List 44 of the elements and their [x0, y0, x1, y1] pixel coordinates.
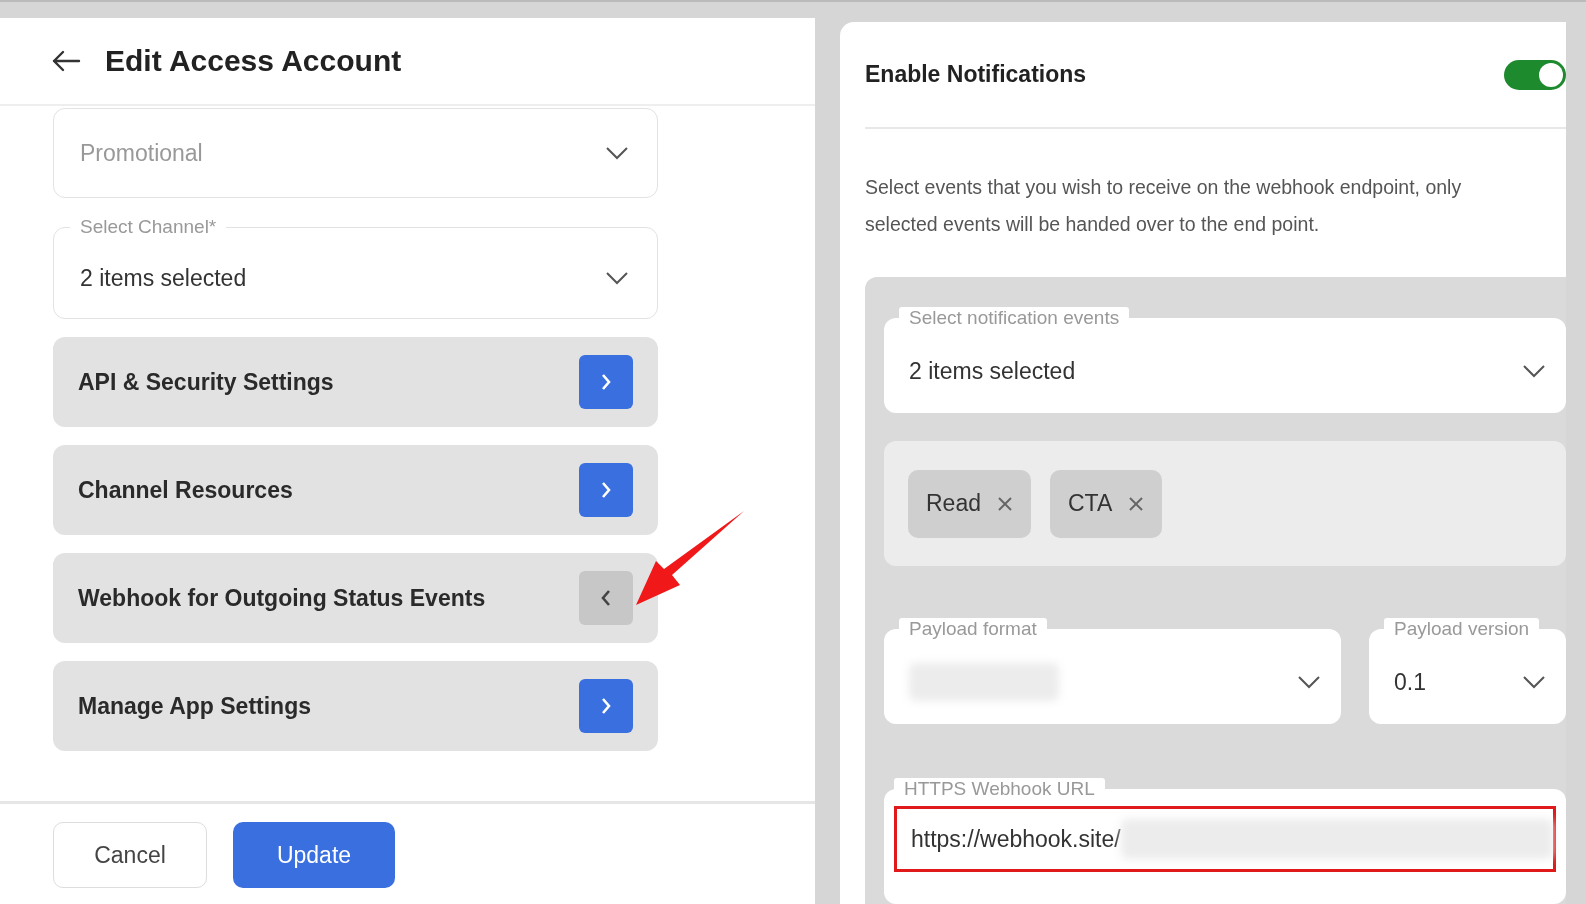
chip-label: Read — [926, 490, 981, 517]
chevron-down-icon — [1522, 675, 1546, 689]
cancel-button[interactable]: Cancel — [53, 822, 207, 888]
select-field[interactable]: Payload version 0.1 — [1369, 618, 1566, 724]
chevron-right-icon — [600, 481, 612, 499]
chevron-down-icon — [605, 271, 629, 285]
chevron-down-icon — [1297, 675, 1321, 689]
chevron-left-icon — [600, 589, 612, 607]
event-chip[interactable]: Read — [908, 469, 1031, 538]
section-title: Webhook for Outgoing Status Events — [78, 584, 486, 612]
settings-section[interactable]: API & Security Settings — [53, 337, 658, 427]
chip-label: CTA — [1068, 490, 1113, 517]
settings-section[interactable]: Manage App Settings — [53, 661, 658, 751]
section-title: API & Security Settings — [78, 368, 334, 396]
select-field[interactable]: Select notification events 2 items selected — [884, 307, 1566, 413]
settings-section[interactable]: Channel Resources — [53, 445, 658, 535]
update-button[interactable]: Update — [233, 822, 395, 888]
page-title: Edit Access Account — [105, 44, 402, 78]
field-value: 2 items selected — [80, 264, 247, 292]
back-arrow-icon[interactable] — [51, 49, 81, 73]
expand-button[interactable] — [579, 463, 633, 517]
chevron-right-icon — [600, 373, 612, 391]
chevron-right-icon — [600, 697, 612, 715]
expand-button[interactable] — [579, 679, 633, 733]
field-value: Promotional — [80, 139, 203, 167]
field-value: 0.1 — [1394, 668, 1426, 696]
field-label: Select Channel* — [79, 216, 218, 238]
section-title: Enable Notifications — [865, 61, 1087, 88]
chevron-down-icon — [1522, 364, 1546, 378]
close-icon[interactable] — [997, 495, 1013, 512]
section-title: Channel Resources — [78, 476, 293, 504]
field-label: Payload version — [1384, 618, 1540, 640]
settings-section[interactable]: Webhook for Outgoing Status Events — [53, 553, 658, 643]
toggle-switch[interactable] — [1504, 59, 1566, 90]
chevron-down-icon — [605, 146, 629, 160]
close-icon[interactable] — [1128, 495, 1145, 512]
field-value: 2 items selected — [909, 357, 1076, 385]
field-value: https://webhook.site/ — [911, 825, 1121, 853]
field-label: Payload format — [899, 618, 1047, 640]
description-text: Select events that you wish to receive on the webhook endpoint, only selected events will be handed over to the end point. — [865, 175, 1463, 237]
url-input-field[interactable]: https://webhook.site/ — [894, 806, 1556, 872]
section-title: Manage App Settings — [78, 692, 311, 720]
expand-button[interactable] — [579, 355, 633, 409]
event-chip[interactable]: CTA — [1050, 469, 1163, 538]
